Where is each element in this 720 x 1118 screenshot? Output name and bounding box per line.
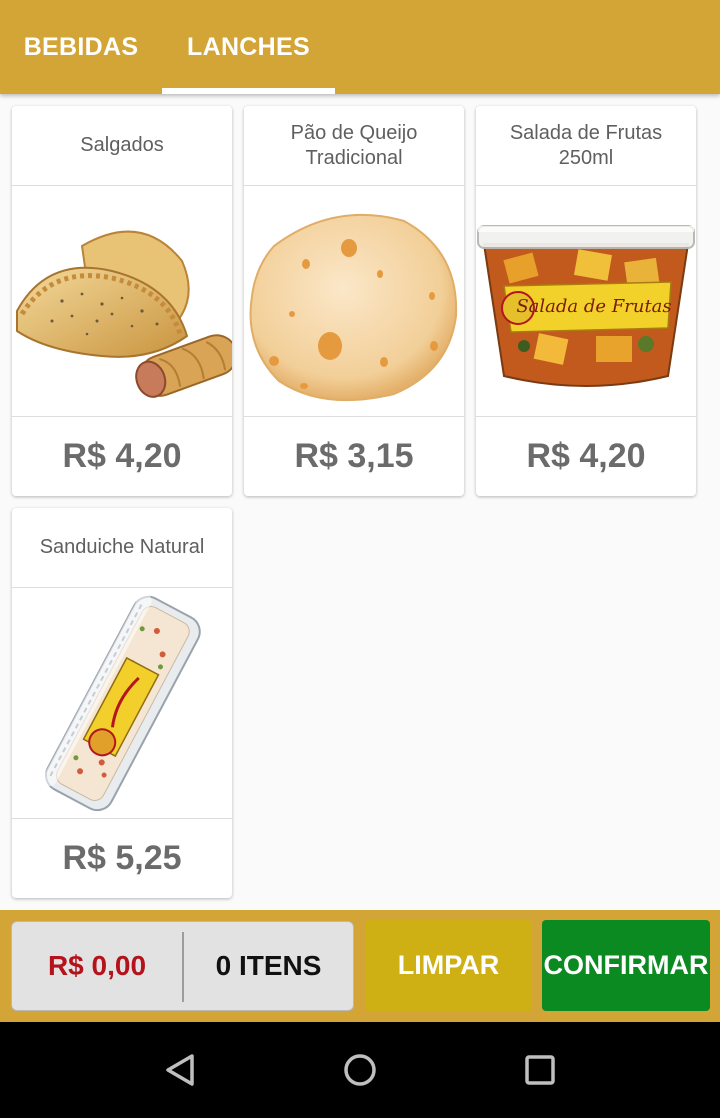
order-summary: R$ 0,00 0 ITENS [11, 921, 354, 1011]
active-tab-indicator [162, 88, 335, 94]
product-card-salgados[interactable]: Salgados R$ 4,20 [12, 106, 232, 496]
product-name: Pão de Queijo Tradicional [290, 121, 418, 169]
recent-apps-icon[interactable] [512, 1046, 568, 1094]
fruit-salad-cup-image: Salada de Frutas [477, 225, 695, 387]
cheese-bread-image [249, 213, 458, 402]
product-price: R$ 3,15 [294, 437, 414, 475]
product-name: Salada de Frutas 250ml [509, 121, 663, 169]
wrapped-sandwich-image [42, 593, 201, 812]
tab-lanches[interactable]: LANCHES [162, 0, 335, 94]
category-tab-bar: BEBIDAS LANCHES [0, 0, 720, 94]
pastry-image [16, 230, 232, 398]
tab-bebidas[interactable]: BEBIDAS [0, 0, 162, 94]
item-count: 0 ITENS [215, 950, 322, 981]
product-card-sanduiche-natural[interactable]: Sanduiche Natural R$ 5,25 [12, 508, 232, 898]
confirm-button[interactable]: CONFIRMAR [542, 920, 710, 1011]
product-price: R$ 4,20 [526, 437, 646, 475]
product-card-pao-de-queijo[interactable]: Pão de Queijo Tradicional R$ 3,15 [244, 106, 464, 496]
product-name: Salgados [80, 134, 164, 156]
product-card-salada-de-frutas[interactable]: Salada de Frutas 250ml Salada de Frutas … [476, 106, 696, 496]
clear-button[interactable]: LIMPAR [365, 920, 532, 1011]
system-navigation-bar [0, 1022, 720, 1118]
svg-text:Salada de Frutas: Salada de Frutas [516, 296, 671, 317]
order-total: R$ 0,00 [47, 950, 147, 981]
product-price: R$ 4,20 [62, 437, 182, 475]
product-name: Sanduiche Natural [39, 536, 205, 558]
back-icon[interactable] [152, 1046, 208, 1094]
product-price: R$ 5,25 [62, 839, 182, 877]
home-icon[interactable] [332, 1046, 388, 1094]
